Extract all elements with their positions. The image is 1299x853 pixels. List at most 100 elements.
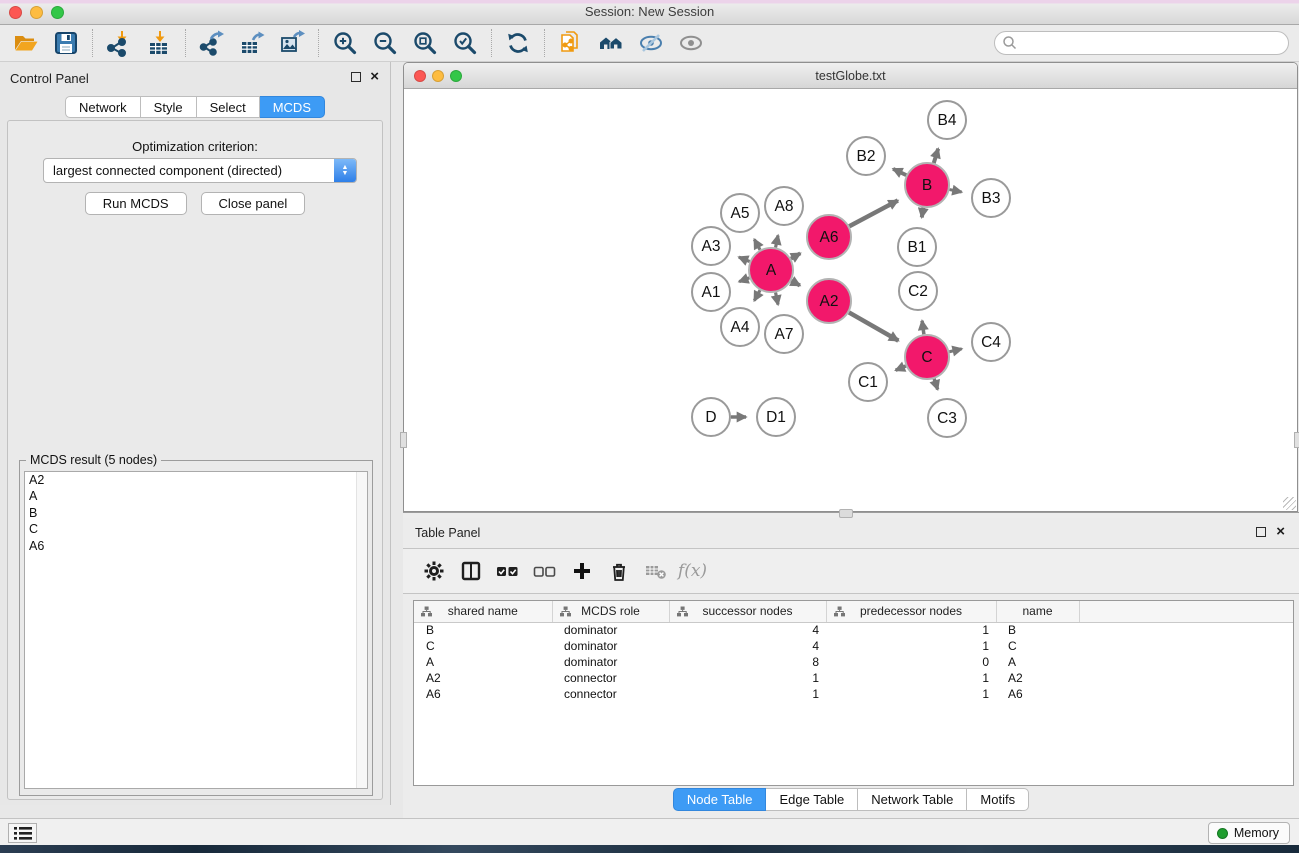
table-tab-edge-table[interactable]: Edge Table: [766, 788, 858, 811]
graph-edge-A-A4[interactable]: [754, 290, 760, 300]
column-header-shared-name[interactable]: shared name: [414, 601, 552, 622]
graph-edge-C-C2[interactable]: [922, 321, 924, 334]
import-table-button[interactable]: [139, 27, 179, 59]
table-row[interactable]: A2connector11A2: [414, 670, 1293, 686]
zoom-out-button[interactable]: [365, 27, 405, 59]
table-cell[interactable]: 1: [826, 686, 996, 702]
table-cell[interactable]: dominator: [552, 622, 669, 638]
result-scrollbar[interactable]: [356, 472, 367, 788]
table-cell[interactable]: C: [414, 638, 552, 654]
table-cell[interactable]: A2: [414, 670, 552, 686]
table-cell[interactable]: 1: [826, 670, 996, 686]
zoom-fit-button[interactable]: [405, 27, 445, 59]
graph-edge-A-A8[interactable]: [776, 235, 778, 247]
task-history-button[interactable]: [8, 823, 37, 843]
show-all-button[interactable]: [671, 27, 711, 59]
tab-select[interactable]: Select: [197, 96, 260, 118]
graph-edge-C-C3[interactable]: [934, 379, 937, 390]
search-input[interactable]: [994, 31, 1289, 55]
zoom-in-button[interactable]: [325, 27, 365, 59]
add-column-button[interactable]: [563, 555, 600, 587]
float-table-panel-icon[interactable]: [1256, 527, 1266, 537]
graph-edge-A-A5[interactable]: [754, 239, 760, 249]
table-cell[interactable]: A: [414, 654, 552, 670]
graph-edge-C-C1[interactable]: [896, 366, 906, 370]
refresh-button[interactable]: [498, 27, 538, 59]
table-cell[interactable]: 1: [826, 638, 996, 654]
graph-edge-A2-C[interactable]: [849, 312, 898, 340]
left-edge-handle[interactable]: [400, 432, 407, 448]
table-row[interactable]: Adominator80A: [414, 654, 1293, 670]
delete-column-button[interactable]: [600, 555, 637, 587]
mcds-result-item[interactable]: A6: [25, 538, 367, 554]
table-cell[interactable]: B: [996, 622, 1079, 638]
table-cell[interactable]: connector: [552, 686, 669, 702]
table-cell[interactable]: B: [414, 622, 552, 638]
save-session-button[interactable]: [46, 27, 86, 59]
splitter-handle[interactable]: [839, 509, 853, 518]
hide-selected-button[interactable]: [631, 27, 671, 59]
graph-edge-B-B3[interactable]: [950, 190, 962, 192]
table-cell[interactable]: A6: [996, 686, 1079, 702]
table-cell[interactable]: dominator: [552, 638, 669, 654]
graph-edge-A-A2[interactable]: [791, 281, 800, 286]
network-from-selection-button[interactable]: [551, 27, 591, 59]
import-network-button[interactable]: [99, 27, 139, 59]
column-header-name[interactable]: name: [996, 601, 1079, 622]
graph-edge-A-A1[interactable]: [739, 278, 749, 282]
graph-edge-A-A3[interactable]: [739, 257, 750, 261]
table-cell[interactable]: 1: [669, 670, 826, 686]
close-table-panel-icon[interactable]: ×: [1276, 527, 1285, 537]
show-columns-button[interactable]: [452, 555, 489, 587]
table-cell[interactable]: dominator: [552, 654, 669, 670]
mcds-result-item[interactable]: A2: [25, 472, 367, 488]
mcds-result-item[interactable]: A: [25, 488, 367, 504]
table-cell[interactable]: 0: [826, 654, 996, 670]
tab-style[interactable]: Style: [141, 96, 197, 118]
deselect-all-columns-button[interactable]: [526, 555, 563, 587]
float-panel-icon[interactable]: [351, 72, 361, 82]
column-header-predecessor-nodes[interactable]: predecessor nodes: [826, 601, 996, 622]
network-canvas[interactable]: B4B2BB3A8A5A6A3B1AA1C2A2A4A7C4CC1C3DD1: [404, 89, 1297, 511]
export-table-button[interactable]: [232, 27, 272, 59]
tab-mcds[interactable]: MCDS: [260, 96, 325, 118]
network-window-titlebar[interactable]: testGlobe.txt: [404, 63, 1297, 89]
tab-network[interactable]: Network: [65, 96, 141, 118]
graph-edge-A-A7[interactable]: [776, 293, 778, 305]
column-header-successor-nodes[interactable]: successor nodes: [669, 601, 826, 622]
table-tab-motifs[interactable]: Motifs: [967, 788, 1029, 811]
memory-button[interactable]: Memory: [1208, 822, 1290, 844]
table-row[interactable]: Bdominator41B: [414, 622, 1293, 638]
close-panel-icon[interactable]: ×: [370, 72, 379, 82]
mcds-result-item[interactable]: C: [25, 521, 367, 537]
table-cell[interactable]: A2: [996, 670, 1079, 686]
optimization-criterion-select[interactable]: largest connected component (directed) ▲…: [43, 158, 357, 183]
table-tab-node-table[interactable]: Node Table: [673, 788, 767, 811]
table-cell[interactable]: 4: [669, 622, 826, 638]
graph-edge-B-B2[interactable]: [893, 169, 906, 175]
graph-edge-A-A6[interactable]: [791, 253, 800, 258]
export-network-button[interactable]: [192, 27, 232, 59]
table-settings-button[interactable]: [415, 555, 452, 587]
table-cell[interactable]: A6: [414, 686, 552, 702]
graph-edge-B-B1[interactable]: [922, 208, 924, 218]
table-row[interactable]: Cdominator41C: [414, 638, 1293, 654]
zoom-selected-button[interactable]: [445, 27, 485, 59]
mcds-result-item[interactable]: B: [25, 505, 367, 521]
graph-edge-A6-B[interactable]: [849, 200, 898, 226]
table-cell[interactable]: 8: [669, 654, 826, 670]
run-mcds-button[interactable]: Run MCDS: [85, 192, 187, 215]
function-builder-button[interactable]: f(x): [674, 555, 711, 587]
first-neighbors-button[interactable]: [591, 27, 631, 59]
select-all-columns-button[interactable]: [489, 555, 526, 587]
table-cell[interactable]: 4: [669, 638, 826, 654]
graph-edge-B-B4[interactable]: [934, 149, 938, 163]
column-header-MCDS-role[interactable]: MCDS role: [552, 601, 669, 622]
delete-table-button[interactable]: [637, 555, 674, 587]
table-cell[interactable]: 1: [826, 622, 996, 638]
table-cell[interactable]: A: [996, 654, 1079, 670]
graph-edge-C-C4[interactable]: [949, 349, 961, 352]
close-panel-button[interactable]: Close panel: [201, 192, 306, 215]
resize-grip-icon[interactable]: [1283, 497, 1296, 510]
table-cell[interactable]: 1: [669, 686, 826, 702]
